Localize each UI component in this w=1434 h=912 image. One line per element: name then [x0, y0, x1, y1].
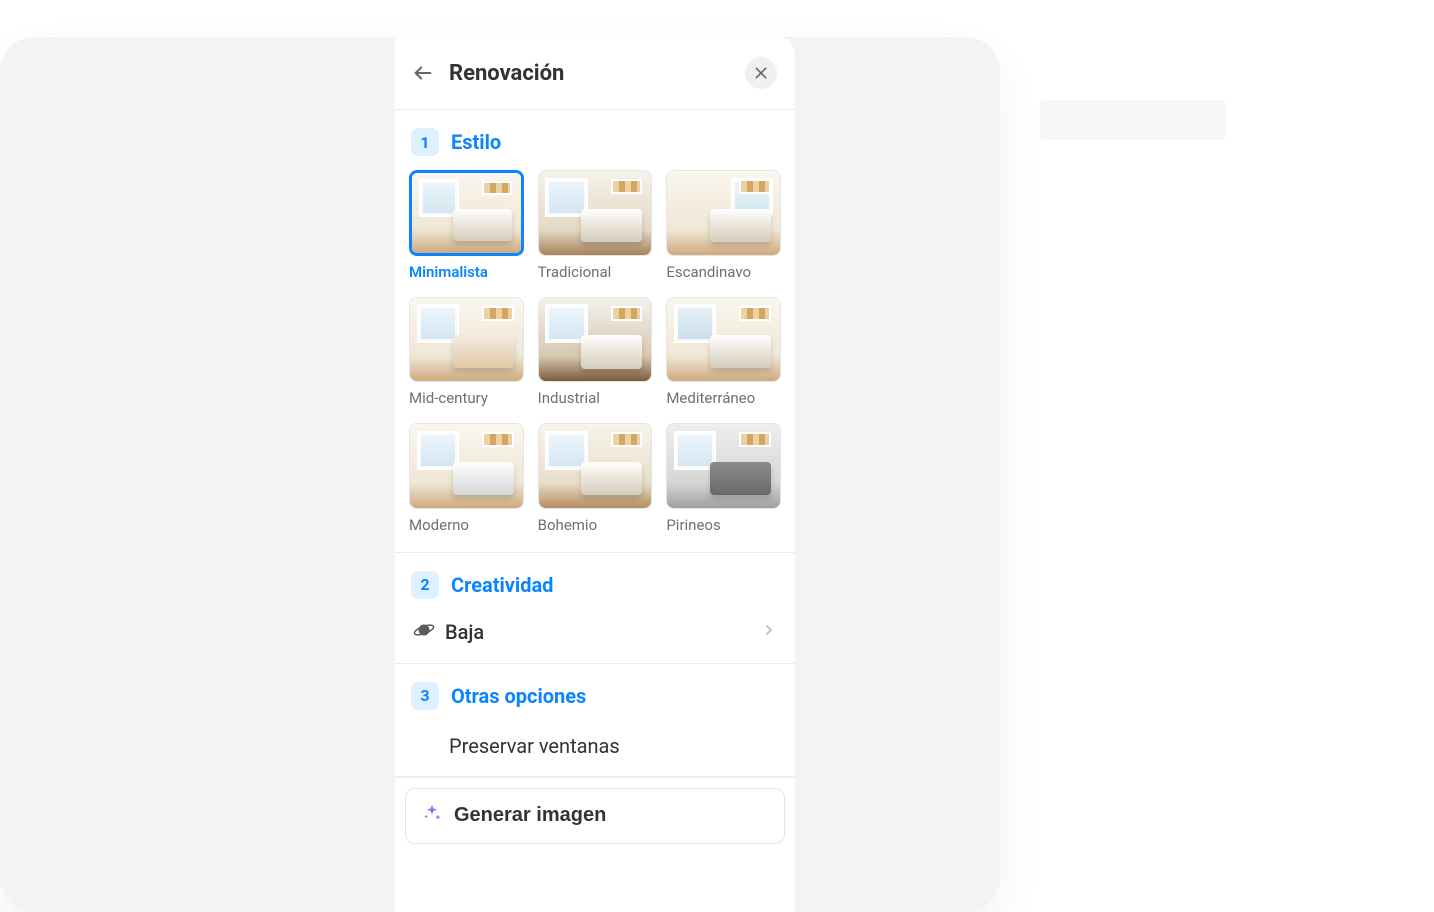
section-other-title: Otras opciones: [451, 684, 586, 708]
style-option-pirineos[interactable]: Pirineos: [666, 423, 781, 534]
style-label: Mid-century: [409, 389, 524, 407]
style-thumb: [666, 170, 781, 256]
renovation-panel: Renovación 1 Estilo Minimalista Tradicio…: [395, 37, 796, 912]
style-thumb: [666, 297, 781, 383]
style-label: Moderno: [409, 516, 524, 534]
planet-icon: [413, 619, 435, 645]
step-badge-3: 3: [411, 682, 439, 710]
style-label: Escandinavo: [666, 263, 781, 281]
style-label: Industrial: [538, 389, 653, 407]
style-label: Bohemio: [538, 516, 653, 534]
style-option-escandinavo[interactable]: Escandinavo: [666, 170, 781, 281]
panel-footer: Generar imagen: [395, 777, 795, 844]
panel-header: Renovación: [395, 37, 795, 110]
style-option-bohemio[interactable]: Bohemio: [538, 423, 653, 534]
style-option-mediterraneo[interactable]: Mediterráneo: [666, 297, 781, 408]
style-option-moderno[interactable]: Moderno: [409, 423, 524, 534]
style-option-mid-century[interactable]: Mid-century: [409, 297, 524, 408]
section-other-options: 3 Otras opciones Preservar ventanas: [395, 664, 795, 777]
sparkle-icon: [422, 803, 442, 829]
style-option-minimalista[interactable]: Minimalista: [409, 170, 524, 281]
style-label: Minimalista: [409, 263, 524, 281]
creativity-selector[interactable]: Baja: [407, 613, 783, 645]
style-thumb: [409, 170, 524, 256]
style-label: Mediterráneo: [666, 389, 781, 407]
style-label: Pirineos: [666, 516, 781, 534]
style-thumb: [538, 297, 653, 383]
section-creativity-title: Creatividad: [451, 573, 553, 597]
style-thumb: [409, 297, 524, 383]
style-thumb: [538, 170, 653, 256]
style-thumb: [666, 423, 781, 509]
section-style-title: Estilo: [451, 130, 501, 154]
style-label: Tradicional: [538, 263, 653, 281]
close-button[interactable]: [745, 57, 777, 89]
section-style-header: 1 Estilo: [407, 128, 783, 156]
style-option-tradicional[interactable]: Tradicional: [538, 170, 653, 281]
back-button[interactable]: [409, 59, 437, 87]
generate-image-button[interactable]: Generar imagen: [405, 788, 785, 844]
panel-title: Renovación: [449, 61, 745, 86]
arrow-left-icon: [412, 62, 434, 84]
decorative-ghost-block: [1040, 100, 1226, 140]
section-creativity-header: 2 Creatividad: [407, 571, 783, 599]
style-grid: Minimalista Tradicional Escandinavo Mid-…: [407, 170, 783, 534]
preserve-windows-label: Preservar ventanas: [449, 734, 620, 758]
section-creativity: 2 Creatividad Baja: [395, 553, 795, 664]
generate-button-label: Generar imagen: [454, 804, 606, 827]
section-other-header: 3 Otras opciones: [407, 682, 783, 710]
style-thumb: [538, 423, 653, 509]
style-option-industrial[interactable]: Industrial: [538, 297, 653, 408]
chevron-right-icon: [761, 622, 777, 642]
preserve-windows-row[interactable]: Preservar ventanas: [407, 724, 783, 758]
creativity-value: Baja: [445, 620, 751, 644]
step-badge-1: 1: [411, 128, 439, 156]
section-style: 1 Estilo Minimalista Tradicional Escandi…: [395, 110, 795, 553]
close-icon: [753, 65, 769, 81]
style-thumb: [409, 423, 524, 509]
step-badge-2: 2: [411, 571, 439, 599]
